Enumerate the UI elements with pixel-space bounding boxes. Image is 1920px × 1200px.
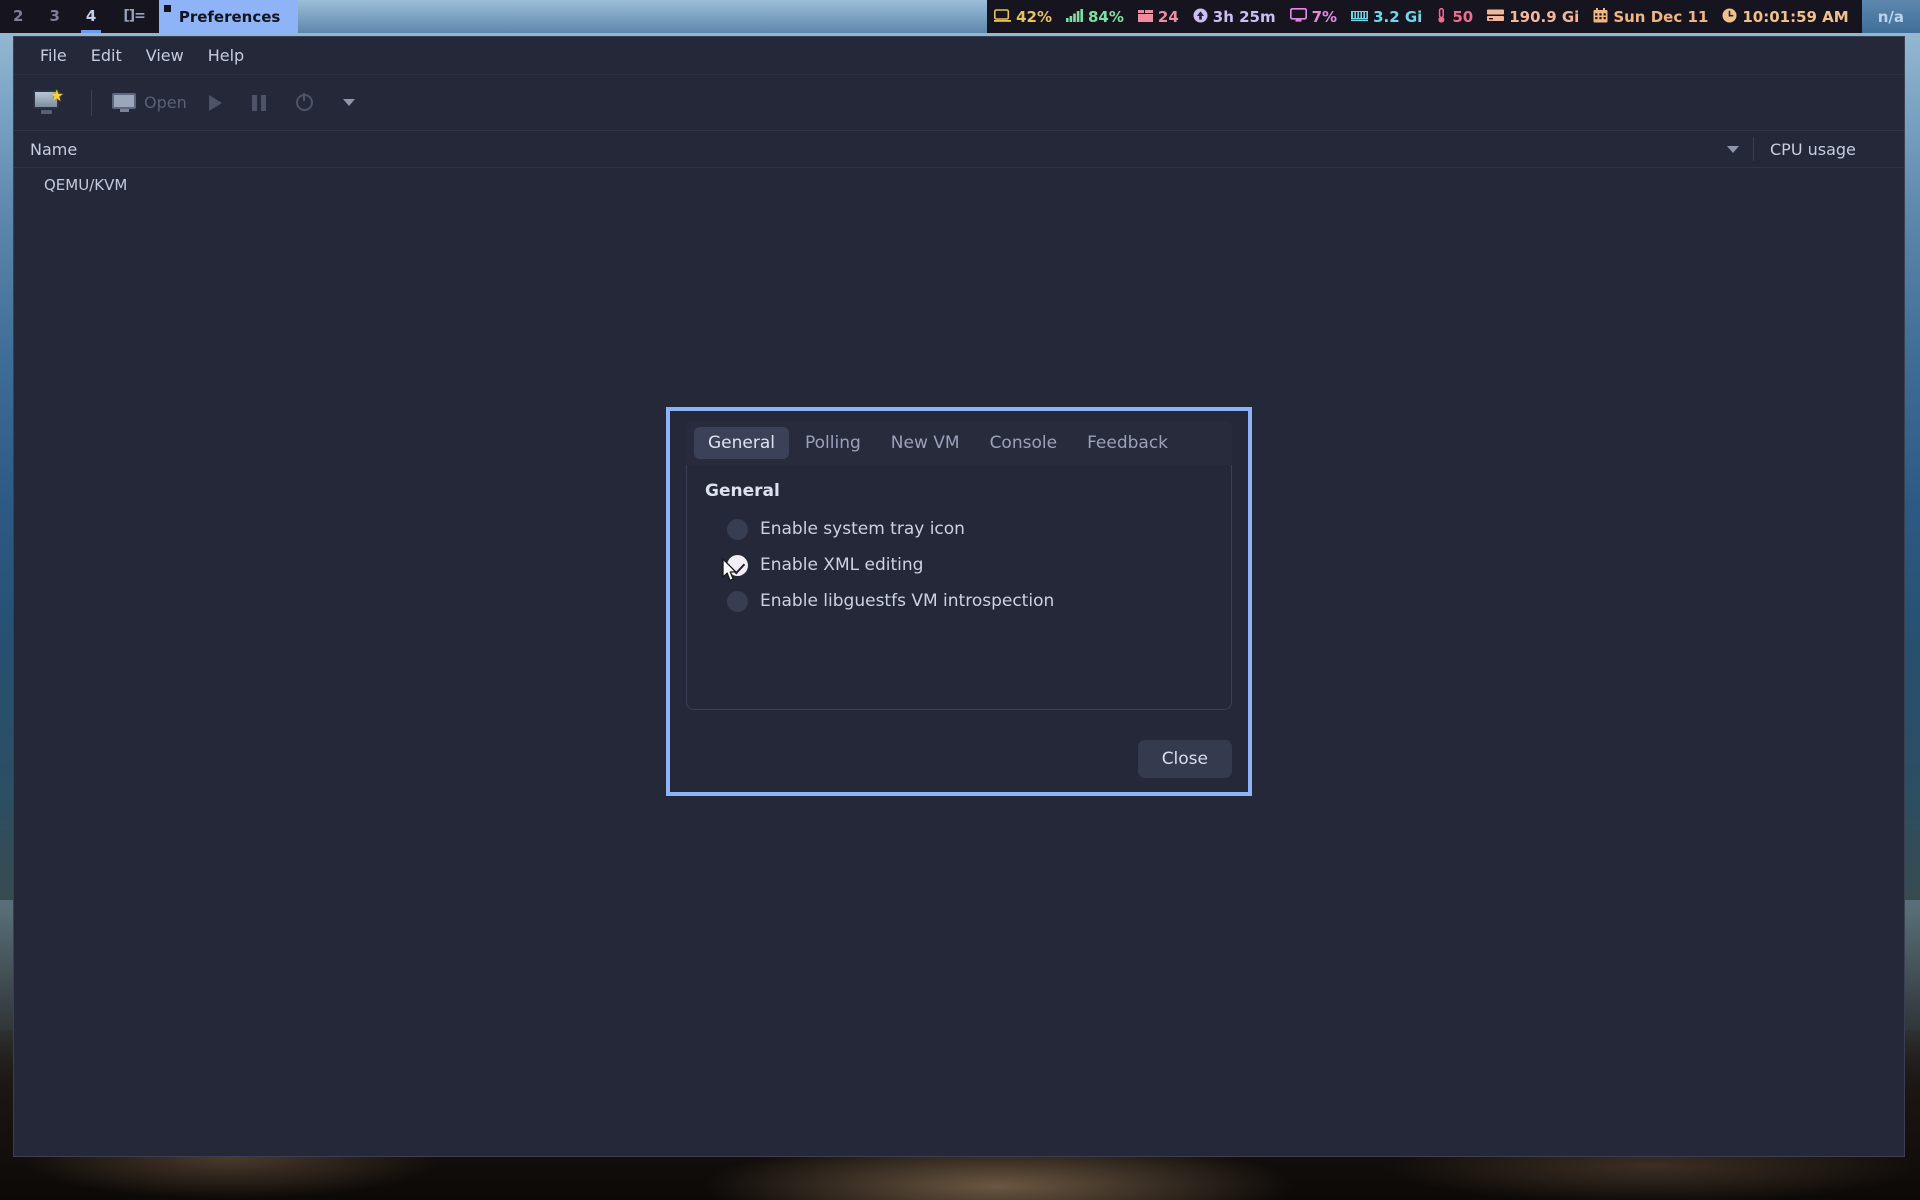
list-item-label: QEMU/KVM	[44, 176, 128, 194]
workspace-tag-4[interactable]: 4	[73, 0, 109, 33]
status-cpu-value: 7%	[1311, 7, 1338, 26]
status-temperature-value: 50	[1452, 7, 1474, 26]
tab-new-vm[interactable]: New VM	[877, 427, 974, 459]
enable-libguestfs-introspection-checkbox[interactable]	[727, 590, 748, 612]
chevron-down-icon	[342, 99, 355, 106]
preferences-tab-bar: General Polling New VM Console Feedback	[686, 421, 1232, 465]
status-disk-value: 190.9 Gi	[1509, 7, 1580, 26]
open-label: Open	[144, 93, 187, 112]
option-row-system-tray[interactable]: Enable system tray icon	[705, 511, 1213, 547]
calendar-icon	[1593, 7, 1608, 26]
status-temperature: 50	[1429, 0, 1480, 33]
status-cpu: 7%	[1283, 0, 1344, 33]
clock-icon	[1722, 8, 1737, 26]
toolbar-separator	[91, 89, 92, 116]
menu-file[interactable]: File	[30, 42, 77, 69]
tool-bar: ★ Open	[14, 75, 1904, 130]
topbar-filler	[298, 0, 988, 33]
tab-polling[interactable]: Polling	[791, 427, 875, 459]
open-button[interactable]: Open	[103, 87, 196, 118]
shutdown-button[interactable]	[287, 88, 330, 117]
new-vm-button[interactable]: ★	[24, 84, 80, 122]
cpu-monitor-icon	[1289, 7, 1307, 25]
active-window-title-area: Preferences	[158, 0, 299, 33]
tab-feedback[interactable]: Feedback	[1073, 427, 1182, 459]
close-button[interactable]: Close	[1137, 740, 1232, 778]
uptime-icon	[1193, 8, 1208, 26]
battery-icon	[994, 8, 1012, 25]
status-memory: 3.2 Gi	[1344, 0, 1429, 33]
enable-xml-editing-checkbox[interactable]	[727, 554, 748, 576]
tab-general[interactable]: General	[694, 427, 789, 459]
status-battery: 42%	[987, 0, 1059, 33]
menu-bar: File Edit View Help	[14, 37, 1904, 75]
disk-icon	[1487, 9, 1505, 25]
status-bar: 2 3 4 []= Preferences 42% 84% 24 3h 25m …	[0, 0, 1920, 33]
column-header-name-label: Name	[30, 139, 78, 159]
status-wifi-value: 84%	[1087, 7, 1124, 26]
tab-console[interactable]: Console	[976, 427, 1072, 459]
wifi-icon	[1065, 8, 1083, 25]
status-wifi: 84%	[1059, 0, 1131, 33]
column-header-cpu-usage-label: CPU usage	[1770, 139, 1856, 159]
column-header-name[interactable]: Name	[14, 140, 1753, 159]
column-sort-chevron-down-icon[interactable]	[1727, 145, 1739, 153]
column-header-cpu-usage[interactable]: CPU usage	[1754, 140, 1904, 159]
option-row-libguestfs[interactable]: Enable libguestfs VM introspection	[705, 583, 1213, 619]
new-vm-icon: ★	[33, 87, 64, 116]
layout-mode-icon[interactable]: []=	[109, 0, 159, 33]
status-uptime: 3h 25m	[1186, 0, 1283, 33]
status-memory-value: 3.2 Gi	[1373, 7, 1423, 26]
list-item[interactable]: QEMU/KVM	[14, 168, 1904, 202]
enable-libguestfs-introspection-label: Enable libguestfs VM introspection	[760, 591, 1055, 611]
status-date: Sun Dec 11	[1586, 0, 1715, 33]
play-icon	[208, 94, 222, 111]
preferences-dialog: General Polling New VM Console Feedback …	[666, 407, 1252, 796]
status-na-indicator: n/a	[1861, 0, 1920, 33]
menu-help[interactable]: Help	[198, 42, 254, 69]
enable-system-tray-icon-label: Enable system tray icon	[760, 519, 965, 539]
packages-icon	[1137, 9, 1153, 25]
option-row-xml-editing[interactable]: Enable XML editing	[705, 547, 1213, 583]
run-button[interactable]	[200, 89, 239, 117]
workspace-tag-2[interactable]: 2	[0, 0, 36, 33]
memory-icon	[1351, 9, 1369, 25]
status-uptime-value: 3h 25m	[1212, 7, 1276, 26]
preferences-dialog-body: General Polling New VM Console Feedback …	[670, 411, 1248, 726]
monitor-icon	[112, 93, 136, 112]
status-clock: 10:01:59 AM	[1715, 0, 1855, 33]
floating-indicator-icon	[158, 0, 179, 33]
enable-system-tray-icon-checkbox[interactable]	[727, 518, 748, 540]
status-clock-value: 10:01:59 AM	[1742, 7, 1849, 26]
preferences-dialog-actions: Close	[670, 726, 1248, 792]
status-packages-value: 24	[1157, 7, 1179, 26]
window-title: Preferences	[178, 7, 281, 26]
pause-button[interactable]	[243, 89, 283, 117]
menu-edit[interactable]: Edit	[81, 42, 132, 69]
menu-view[interactable]: View	[136, 42, 194, 69]
pause-icon	[251, 94, 266, 111]
shutdown-dropdown-button[interactable]	[334, 93, 372, 112]
power-icon	[295, 94, 313, 111]
list-header: Name CPU usage	[14, 130, 1904, 168]
status-packages: 24	[1131, 0, 1186, 33]
general-tab-panel: General Enable system tray icon Enable X…	[686, 465, 1232, 710]
status-battery-value: 42%	[1016, 7, 1052, 26]
workspace-tags[interactable]: 2 3 4	[0, 0, 110, 33]
system-status-items: 42% 84% 24 3h 25m 7% 3.2 Gi 50 190.9 Gi …	[987, 0, 1862, 33]
general-section-title: General	[705, 481, 780, 501]
enable-xml-editing-label: Enable XML editing	[760, 555, 924, 575]
thermometer-icon	[1436, 7, 1447, 26]
status-disk: 190.9 Gi	[1480, 0, 1586, 33]
workspace-tag-3[interactable]: 3	[36, 0, 72, 33]
status-date-value: Sun Dec 11	[1613, 7, 1709, 26]
